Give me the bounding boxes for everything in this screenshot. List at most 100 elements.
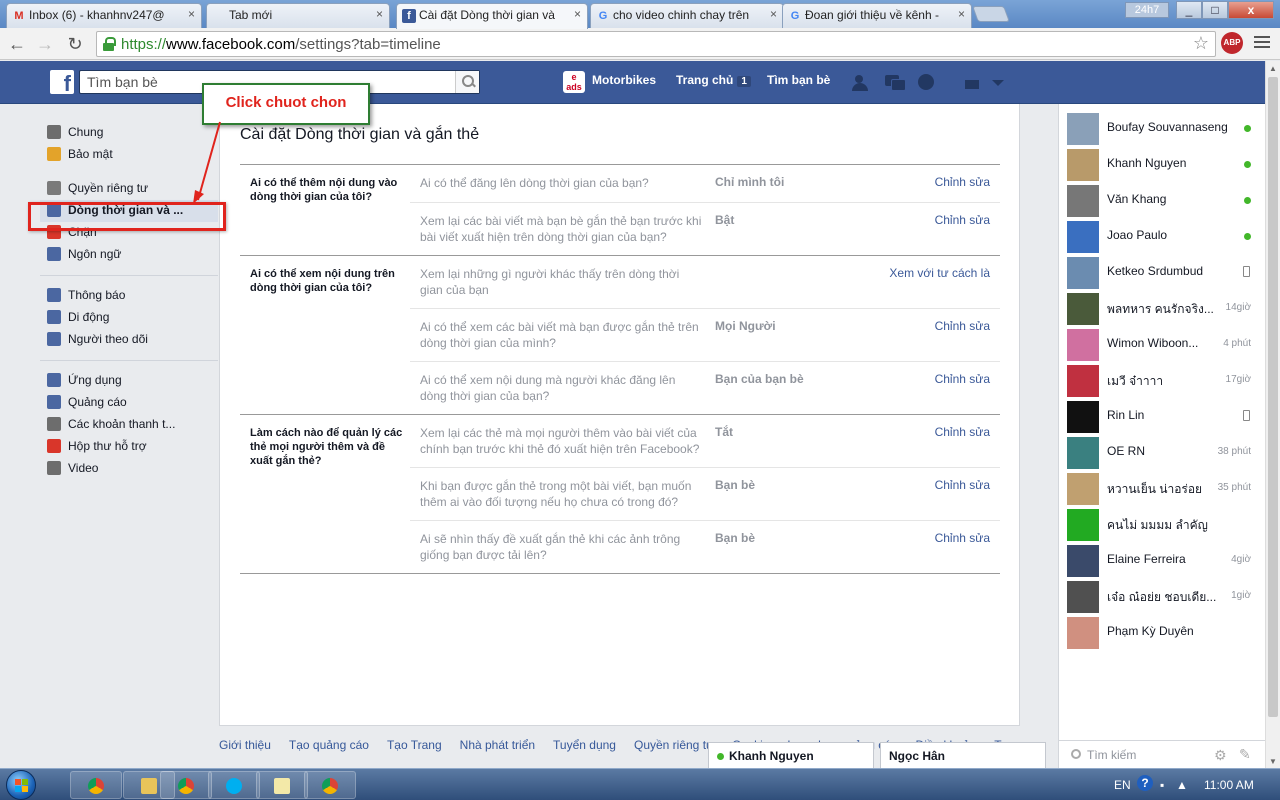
sidebar-item[interactable]: Video (40, 458, 218, 480)
find-friends-link[interactable]: Tìm bạn bè (767, 73, 830, 87)
notifications-icon[interactable] (916, 74, 938, 92)
setting-row[interactable]: Ai có thể xem các bài viết mà bạn được g… (410, 308, 1000, 361)
adblock-extension-icon[interactable]: ABP (1221, 32, 1243, 54)
chat-contact[interactable]: หวานเย็น น่าอร่อย 35 phút (1059, 470, 1265, 506)
close-icon[interactable]: × (376, 7, 383, 21)
page-link[interactable]: Motorbikes (592, 73, 656, 87)
close-window-button[interactable]: x (1228, 1, 1274, 19)
chat-contact[interactable]: Văn Khang (1059, 182, 1265, 218)
friend-requests-icon[interactable] (852, 74, 874, 92)
chat-contact[interactable]: Ketkeo Srdumbud (1059, 254, 1265, 290)
chat-contact[interactable]: Khanh Nguyen (1059, 146, 1265, 182)
gear-icon[interactable]: ⚙ (1214, 747, 1227, 764)
chat-tab-khanh[interactable]: Khanh Nguyen (708, 742, 874, 768)
taskbar-skype[interactable] (208, 771, 260, 799)
setting-row[interactable]: Khi bạn được gắn thẻ trong một bài viết,… (410, 467, 1000, 520)
chat-contact[interactable]: คนไม่ มมมม ลำคัญ (1059, 506, 1265, 542)
sidebar-item[interactable]: Quảng cáo (40, 392, 218, 414)
browser-tab[interactable]: Gcho video chinh chay trên × (590, 3, 784, 28)
contact-name: Boufay Souvannaseng (1107, 120, 1228, 134)
setting-row[interactable]: Xem lại những gì người khác thấy trên dò… (410, 256, 1000, 308)
reload-button[interactable]: ↻ (64, 33, 86, 55)
taskbar-notepad[interactable] (256, 771, 308, 799)
bookmark-star-icon[interactable]: ☆ (1193, 33, 1209, 54)
chat-tab-ngoc[interactable]: Ngọc Hân (880, 742, 1046, 768)
close-icon[interactable]: × (188, 7, 195, 21)
show-hidden-icons[interactable]: ▲ (1176, 778, 1188, 792)
chat-contact[interactable]: เมวี จ๋าาาา 17giờ (1059, 362, 1265, 398)
language-indicator[interactable]: EN (1114, 778, 1131, 792)
forward-button[interactable]: → (34, 33, 56, 55)
taskbar-chrome-3[interactable] (304, 771, 356, 799)
system-tray-icon[interactable]: ▪ (1160, 778, 1164, 792)
page-scrollbar[interactable]: ▲ ▼ (1265, 61, 1280, 768)
browser-tab[interactable]: Tab mới × (206, 3, 390, 28)
chat-contact[interactable]: Rin Lin (1059, 398, 1265, 434)
footer-link[interactable]: Tạo quảng cáo (289, 738, 369, 752)
edit-link[interactable]: Chỉnh sửa (935, 425, 990, 439)
edit-link[interactable]: Chỉnh sửa (935, 531, 990, 545)
footer-link[interactable]: Nhà phát triển (460, 738, 535, 752)
scroll-down-arrow[interactable]: ▼ (1269, 757, 1277, 766)
privacy-shortcuts-icon[interactable] (962, 74, 984, 92)
browser-tab[interactable]: M Inbox (6) - khanhnv247@ × (6, 3, 202, 28)
chrome-menu-icon[interactable] (1254, 36, 1270, 50)
start-button[interactable] (6, 770, 36, 800)
back-button[interactable]: ← (6, 33, 28, 55)
messages-icon[interactable] (884, 74, 906, 92)
clock[interactable]: 11:00 AM (1204, 778, 1254, 792)
sidebar-item[interactable]: Thông báo (40, 285, 218, 307)
page-avatar[interactable]: e ads (563, 71, 585, 93)
setting-row[interactable]: Ai có thể xem nội dung mà người khác đăn… (410, 361, 1000, 414)
sidebar-item[interactable]: Ứng dụng (40, 370, 218, 392)
sidebar-item[interactable]: Các khoản thanh t... (40, 414, 218, 436)
browser-tab[interactable]: G Đoan giới thiệu về kênh - × (782, 3, 972, 28)
scrollbar-thumb[interactable] (1268, 77, 1278, 717)
new-message-icon[interactable]: ✎ (1239, 746, 1251, 763)
home-link[interactable]: Trang chủ 1 (676, 73, 751, 87)
footer-link[interactable]: Giới thiệu (219, 738, 271, 752)
close-icon[interactable]: × (770, 7, 777, 21)
gmail-icon: M (14, 10, 24, 22)
sidebar-item[interactable]: Ngôn ngữ (40, 244, 218, 266)
chat-contact[interactable]: Joao Paulo (1059, 218, 1265, 254)
chat-contact[interactable]: Wimon Wiboon... 4 phút (1059, 326, 1265, 362)
edit-link[interactable]: Chỉnh sửa (935, 213, 990, 227)
setting-row[interactable]: Xem lại các bài viết mà bạn bè gắn thẻ b… (410, 202, 1000, 255)
taskbar-chrome[interactable] (70, 771, 122, 799)
close-icon[interactable]: × (574, 7, 581, 21)
taskbar-chrome-2[interactable] (160, 771, 212, 799)
edit-link[interactable]: Xem với tư cách là (889, 266, 990, 280)
sidebar-item[interactable]: Người theo dõi (40, 329, 218, 351)
chat-contact[interactable]: Boufay Souvannaseng (1059, 110, 1265, 146)
account-menu-icon[interactable] (986, 74, 1008, 92)
browser-tab[interactable]: f Cài đặt Dòng thời gian và × (396, 3, 588, 29)
chat-contact[interactable]: เจ๋อ ณ๋อย่ย ชอบเดีย... 1giờ (1059, 578, 1265, 614)
facebook-logo[interactable]: f (50, 70, 74, 94)
new-tab-button[interactable] (972, 6, 1010, 22)
edit-link[interactable]: Chỉnh sửa (935, 372, 990, 386)
setting-row[interactable]: Ai có thể đăng lên dòng thời gian của bạ… (410, 165, 1000, 202)
search-icon[interactable] (455, 71, 479, 93)
edit-link[interactable]: Chỉnh sửa (935, 478, 990, 492)
footer-link[interactable]: Tuyển dụng (553, 738, 616, 752)
help-icon[interactable]: ? (1137, 775, 1153, 791)
footer-link[interactable]: Tạo Trang (387, 738, 442, 752)
chat-search[interactable]: Tìm kiếm ⚙ ✎ (1059, 740, 1265, 768)
minimize-button[interactable]: _ (1176, 1, 1202, 19)
edit-link[interactable]: Chỉnh sửa (935, 175, 990, 189)
maximize-button[interactable]: □ (1202, 1, 1228, 19)
setting-row[interactable]: Xem lại các thẻ mà mọi người thêm vào bà… (410, 415, 1000, 467)
close-icon[interactable]: × (958, 7, 965, 21)
chat-contact[interactable]: Elaine Ferreira 4giờ (1059, 542, 1265, 578)
sidebar-item[interactable]: Hộp thư hỗ trợ (40, 436, 218, 458)
chat-contact[interactable]: OE RN 38 phút (1059, 434, 1265, 470)
footer-link[interactable]: Quyền riêng tư (634, 738, 714, 752)
scroll-up-arrow[interactable]: ▲ (1269, 64, 1277, 73)
chat-contact[interactable]: Phạm Kỳ Duyên (1059, 614, 1265, 650)
address-bar[interactable]: https://www.facebook.com/settings?tab=ti… (96, 31, 1216, 57)
setting-row[interactable]: Ai sẽ nhìn thấy đề xuất gắn thẻ khi các … (410, 520, 1000, 573)
sidebar-item[interactable]: Di động (40, 307, 218, 329)
edit-link[interactable]: Chỉnh sửa (935, 319, 990, 333)
chat-contact[interactable]: พลทหาร คนรักจริง... 14giờ (1059, 290, 1265, 326)
